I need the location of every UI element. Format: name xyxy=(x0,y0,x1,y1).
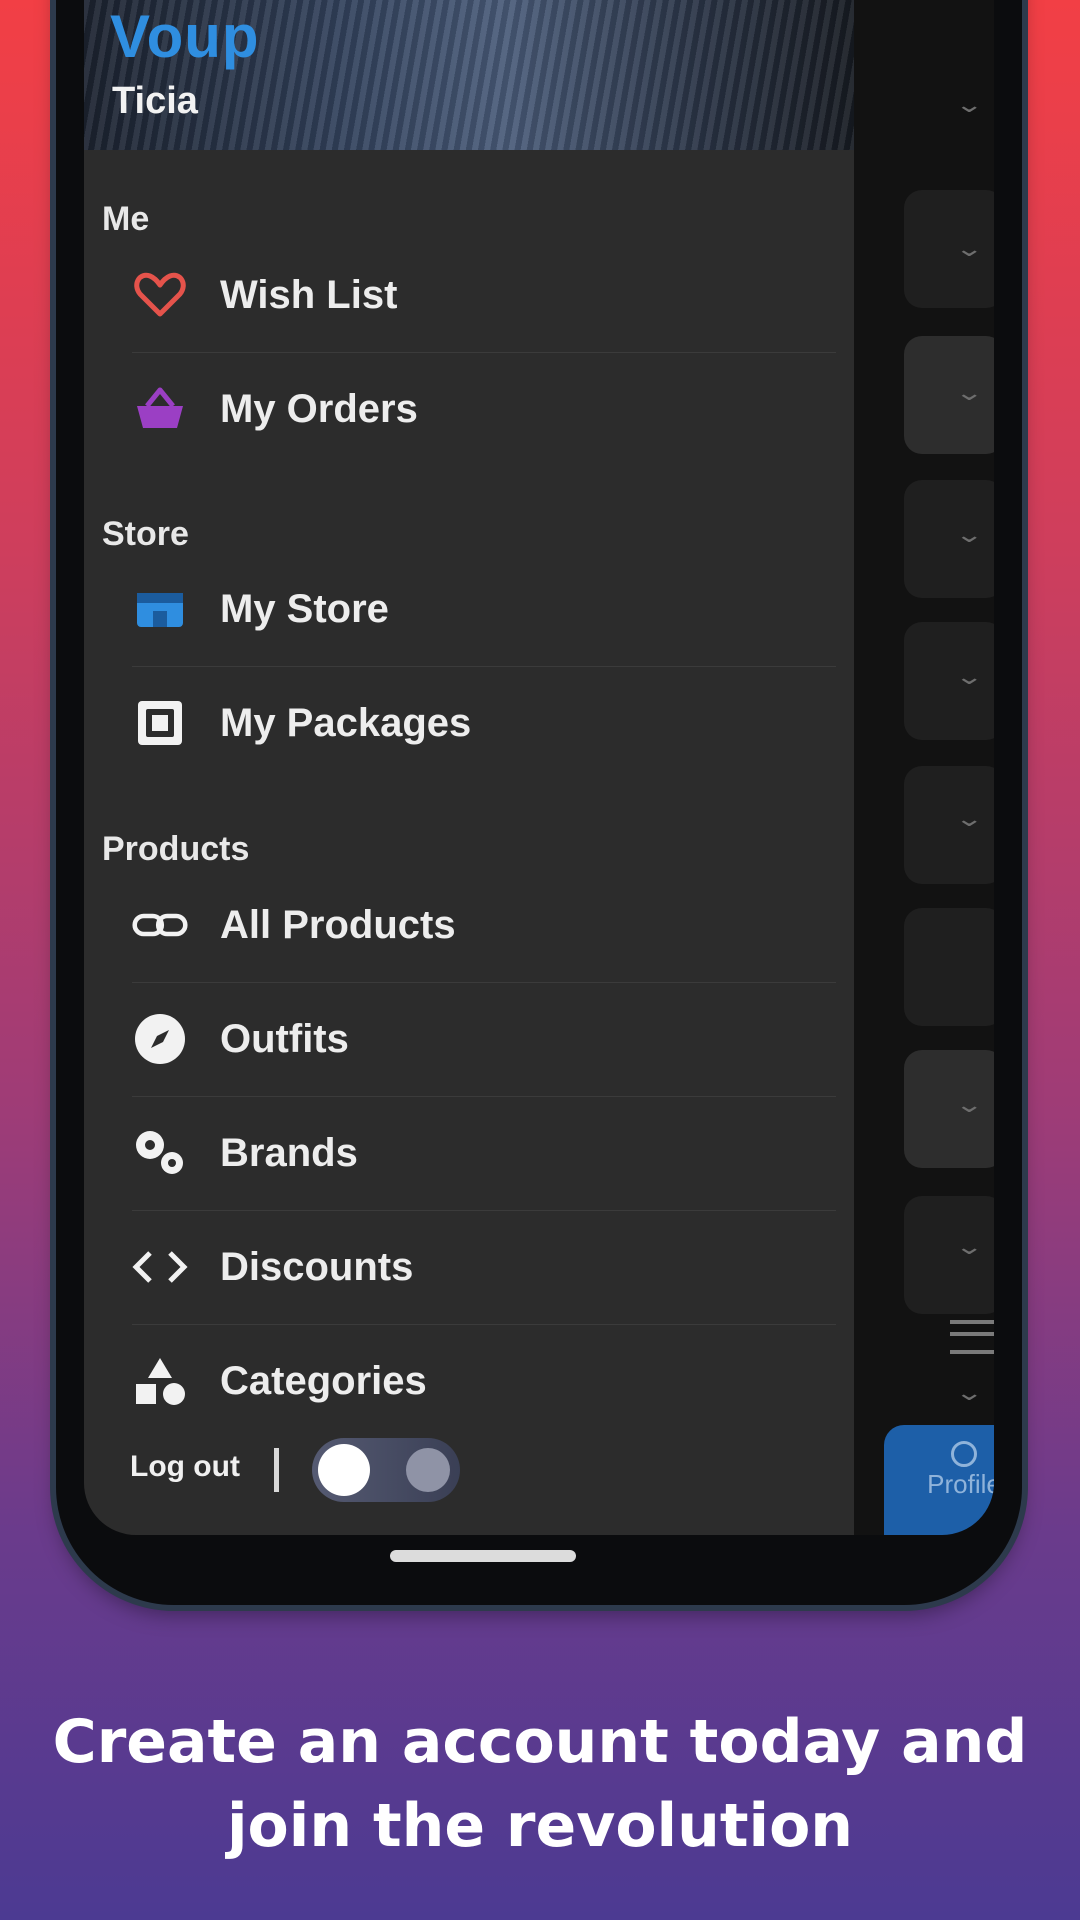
moon-icon xyxy=(406,1448,450,1492)
chevron-down-icon: ⌄ xyxy=(954,92,984,117)
menu-item-label: Discounts xyxy=(220,1244,414,1289)
menu-item-label: All Products xyxy=(220,902,456,947)
drawer-header-image: Voup Ticia xyxy=(84,0,854,150)
tab-profile-label: Profile xyxy=(927,1469,994,1499)
logout-button[interactable]: Log out xyxy=(130,1450,240,1484)
menu-item-brands[interactable]: Brands xyxy=(84,1096,854,1210)
caption-line-1: Create an account today and xyxy=(52,1707,1028,1777)
promo-caption: Create an account today and join the rev… xyxy=(0,1700,1080,1868)
menu-item-label: My Orders xyxy=(220,386,418,431)
home-indicator-bar xyxy=(390,1550,576,1562)
user-name: Ticia xyxy=(112,80,198,122)
shapes-icon xyxy=(132,1353,188,1409)
background-list: ⌄ ⌄ ⌄ ⌄ ⌄ ⌄ ⌄ ⌄ ⌄ Profile xyxy=(854,0,994,1535)
menu-icon xyxy=(950,1320,994,1354)
compass-icon xyxy=(132,1011,188,1067)
menu-item-label: Wish List xyxy=(220,272,398,317)
menu-item-my-store[interactable]: My Store xyxy=(84,552,854,666)
menu-item-label: Brands xyxy=(220,1130,358,1175)
menu-item-discounts[interactable]: Discounts xyxy=(84,1210,854,1324)
menu-item-label: Outfits xyxy=(220,1016,349,1061)
chevron-down-icon: ⌄ xyxy=(954,664,984,689)
menu-item-label: My Store xyxy=(220,586,389,631)
menu-item-my-orders[interactable]: My Orders xyxy=(84,352,854,466)
toggle-knob xyxy=(318,1444,370,1496)
section-title-products: Products xyxy=(102,830,250,868)
gears-icon xyxy=(132,1125,188,1181)
chevron-down-icon: ⌄ xyxy=(954,806,984,831)
chevron-down-icon: ⌄ xyxy=(954,380,984,405)
dark-mode-toggle[interactable] xyxy=(312,1438,460,1502)
menu-item-all-products[interactable]: All Products xyxy=(84,868,854,982)
chevron-down-icon: ⌄ xyxy=(954,522,984,547)
menu-item-label: Categories xyxy=(220,1358,427,1403)
chevron-down-icon: ⌄ xyxy=(954,1380,984,1405)
background-card xyxy=(904,908,994,1026)
navigation-drawer: Voup Ticia Me Wish List My Orders Store xyxy=(84,0,854,1535)
promo-page: ⌄ ⌄ ⌄ ⌄ ⌄ ⌄ ⌄ ⌄ ⌄ Profile Voup Ticia Me … xyxy=(0,0,1080,1920)
code-brackets-icon xyxy=(132,1239,188,1295)
chevron-down-icon: ⌄ xyxy=(954,1092,984,1117)
basket-icon xyxy=(132,381,188,437)
drawer-footer: Log out xyxy=(84,1430,854,1510)
menu-item-my-packages[interactable]: My Packages xyxy=(84,666,854,780)
phone-screen: ⌄ ⌄ ⌄ ⌄ ⌄ ⌄ ⌄ ⌄ ⌄ Profile Voup Ticia Me … xyxy=(84,0,994,1535)
store-icon xyxy=(132,581,188,637)
chevron-down-icon: ⌄ xyxy=(954,236,984,261)
link-icon xyxy=(132,897,188,953)
section-title-store: Store xyxy=(102,515,189,553)
tab-profile[interactable]: Profile xyxy=(884,1425,994,1535)
section-title-me: Me xyxy=(102,200,150,238)
menu-item-wish-list[interactable]: Wish List xyxy=(84,238,854,352)
chevron-down-icon: ⌄ xyxy=(954,1234,984,1259)
heart-icon xyxy=(132,267,188,323)
menu-item-outfits[interactable]: Outfits xyxy=(84,982,854,1096)
package-icon xyxy=(132,695,188,751)
menu-item-categories[interactable]: Categories xyxy=(84,1324,854,1438)
profile-icon xyxy=(951,1441,977,1467)
caption-line-2: join the revolution xyxy=(226,1791,853,1861)
footer-separator xyxy=(274,1448,279,1492)
menu-item-label: My Packages xyxy=(220,700,472,745)
brand-logo: Voup xyxy=(110,3,260,70)
